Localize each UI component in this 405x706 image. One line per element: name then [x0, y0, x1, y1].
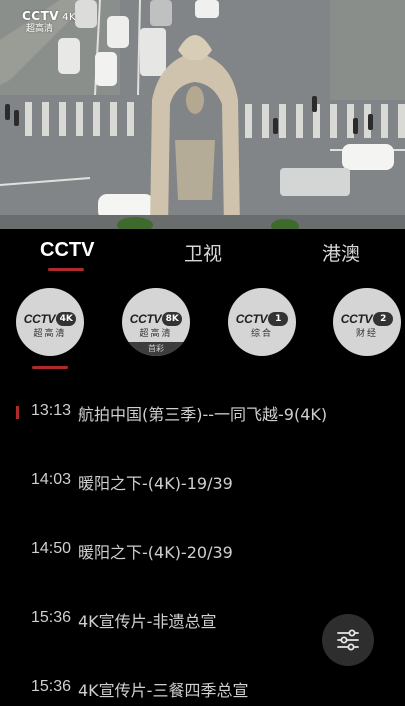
- program-time: 15:36: [31, 678, 72, 695]
- video-player[interactable]: CCTV 4K 超高清: [0, 0, 405, 229]
- channel-list: CCTV 4K 超高清 CCTV 8K 超高清 首彩 CCTV 1 综合 CCTV 2 …: [0, 286, 405, 376]
- channel-logo-text: CCTV: [23, 311, 56, 326]
- channel-tag: 首彩: [122, 342, 190, 356]
- program-title: 4K宣传片-非遗总宣: [78, 612, 217, 631]
- filter-button[interactable]: [322, 614, 374, 666]
- program-item[interactable]: 14:03 暖阳之下-(4K)-19/39: [0, 469, 405, 499]
- program-title: 4K宣传片-三餐四季总宣: [78, 681, 249, 700]
- program-time: 15:36: [31, 609, 72, 626]
- program-title: 暖阳之下-(4K)-20/39: [78, 543, 233, 562]
- active-tab-indicator: [48, 268, 84, 271]
- program-item[interactable]: 14:50 暖阳之下-(4K)-20/39: [0, 538, 405, 568]
- program-title: 暖阳之下-(4K)-19/39: [78, 474, 233, 493]
- selected-channel-indicator: [32, 366, 68, 369]
- channel-cctv-8k[interactable]: CCTV 8K 超高清 首彩: [122, 288, 190, 356]
- channel-logo-text: CCTV: [129, 311, 162, 326]
- video-frame: [0, 0, 405, 229]
- tab-hk-macau[interactable]: 港澳: [322, 239, 360, 266]
- channel-badge: 4K: [56, 311, 77, 326]
- tab-cctv[interactable]: CCTV: [40, 239, 94, 262]
- tab-satellite[interactable]: 卫视: [184, 239, 222, 266]
- channel-logo-text: CCTV: [340, 311, 373, 326]
- channel-cctv-1[interactable]: CCTV 1 综合: [228, 288, 296, 356]
- channel-name: 超高清: [33, 329, 67, 339]
- watermark-badge: 4K: [62, 12, 77, 23]
- program-time: 13:13: [31, 402, 72, 419]
- channel-badge: 2: [373, 311, 394, 326]
- now-playing-marker: [16, 406, 19, 419]
- channel-name: 超高清: [139, 329, 173, 339]
- sliders-icon: [337, 629, 359, 651]
- watermark-brand: CCTV: [22, 9, 60, 23]
- channel-cctv-2[interactable]: CCTV 2 财经: [333, 288, 401, 356]
- channel-cctv-4k[interactable]: CCTV 4K 超高清: [16, 288, 84, 356]
- channel-badge: 1: [268, 311, 289, 326]
- program-item-current[interactable]: 13:13 航拍中国(第三季)--一同飞越-9(4K): [0, 400, 405, 430]
- channel-name: 财经: [355, 329, 378, 339]
- program-title: 航拍中国(第三季)--一同飞越-9(4K): [78, 405, 328, 424]
- watermark-subtitle: 超高清: [26, 24, 54, 34]
- channel-name: 综合: [250, 329, 273, 339]
- channel-badge: 8K: [162, 311, 183, 326]
- category-tabs: CCTV 卫视 港澳: [0, 229, 405, 279]
- program-item[interactable]: 15:36 4K宣传片-三餐四季总宣: [0, 676, 405, 706]
- channel-watermark: CCTV 4K 超高清: [22, 10, 76, 34]
- program-time: 14:50: [31, 540, 72, 557]
- program-time: 14:03: [31, 471, 72, 488]
- channel-logo-text: CCTV: [235, 311, 268, 326]
